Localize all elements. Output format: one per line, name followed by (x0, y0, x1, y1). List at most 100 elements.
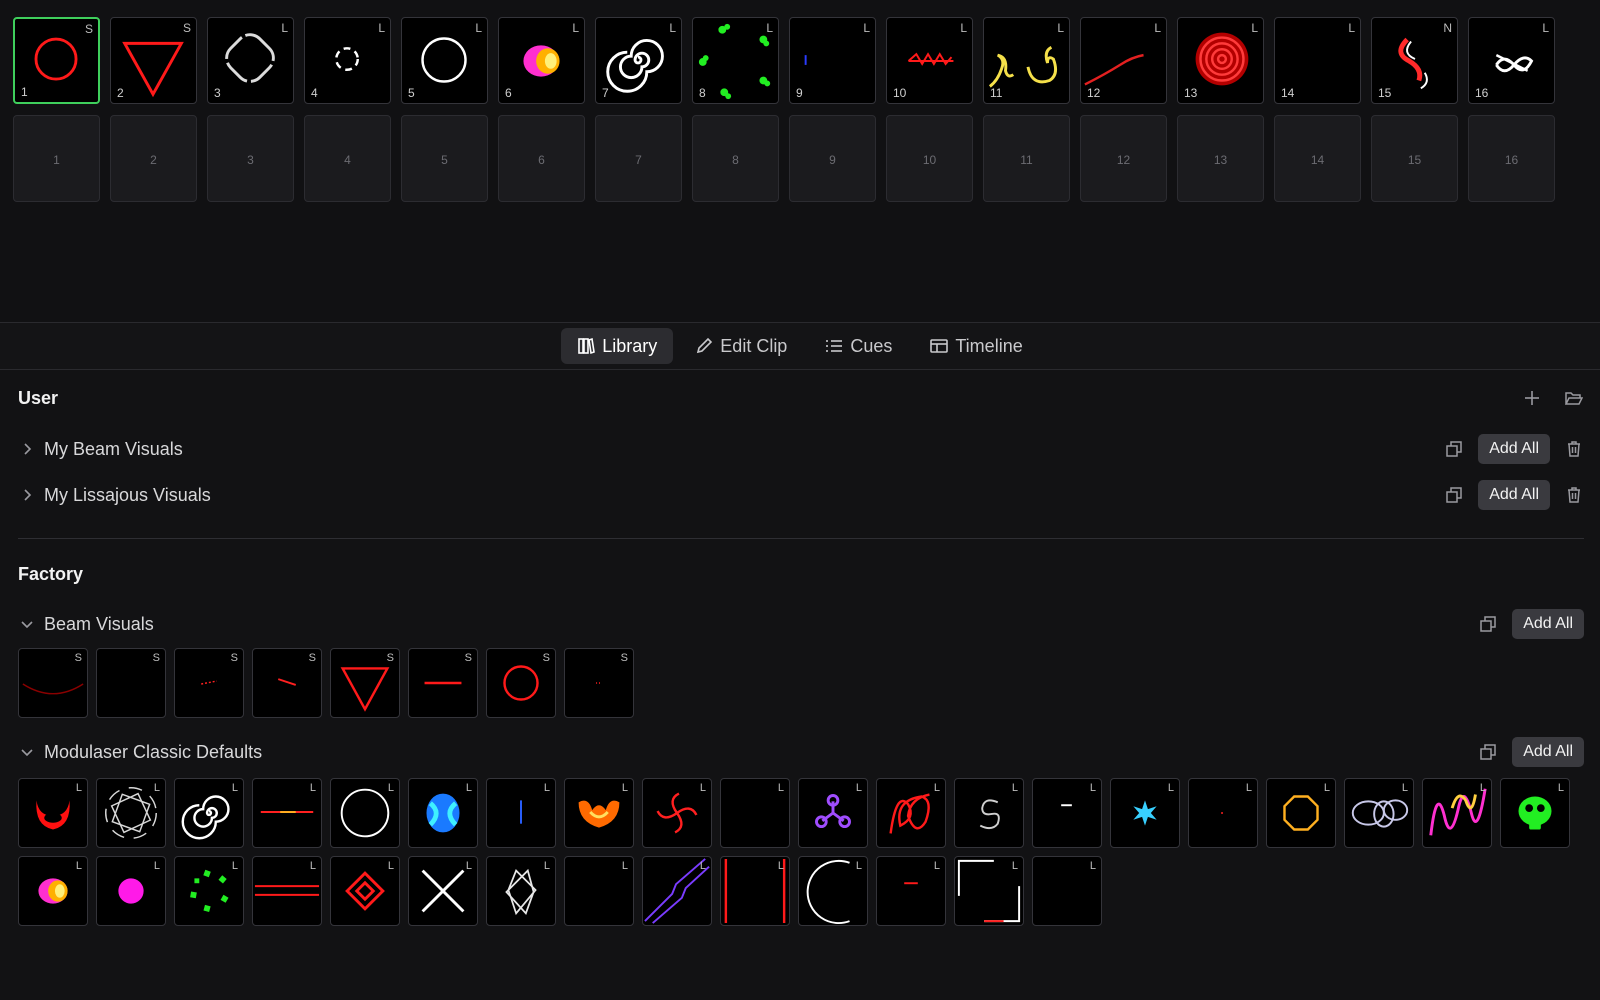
visual-tile[interactable]: L (642, 856, 712, 926)
chevron-right-icon[interactable] (18, 486, 36, 504)
add-all-button[interactable]: Add All (1478, 480, 1550, 510)
clip-slot[interactable]: L 9 (789, 17, 876, 104)
visual-tile[interactable]: L (954, 778, 1024, 848)
clip-mode: L (1542, 21, 1549, 35)
empty-clip-slot[interactable]: 1 (13, 115, 100, 202)
empty-clip-slot[interactable]: 7 (595, 115, 682, 202)
empty-clip-slot[interactable]: 5 (401, 115, 488, 202)
visual-tile[interactable]: L (720, 856, 790, 926)
visual-tile[interactable]: L (486, 778, 556, 848)
tab-timeline[interactable]: Timeline (914, 328, 1038, 364)
clip-slot[interactable]: L 10 (886, 17, 973, 104)
visual-tile[interactable]: L (1266, 778, 1336, 848)
clip-slot[interactable]: L 7 (595, 17, 682, 104)
trash-icon[interactable] (1564, 485, 1584, 505)
group-beam-visuals[interactable]: Beam Visuals Add All (18, 609, 1584, 639)
duplicate-icon[interactable] (1478, 614, 1498, 634)
visual-tile[interactable]: L (798, 778, 868, 848)
empty-clip-slot[interactable]: 4 (304, 115, 391, 202)
empty-clip-slot[interactable]: 9 (789, 115, 876, 202)
duplicate-icon[interactable] (1444, 439, 1464, 459)
group-modulaser-classic-defaults[interactable]: Modulaser Classic Defaults Add All (18, 737, 1584, 767)
clip-slot[interactable]: L 12 (1080, 17, 1167, 104)
visual-tile[interactable]: L (876, 778, 946, 848)
visual-tile[interactable]: L (18, 856, 88, 926)
empty-clip-slot[interactable]: 13 (1177, 115, 1264, 202)
empty-clip-slot[interactable]: 6 (498, 115, 585, 202)
visual-tile[interactable]: L (330, 778, 400, 848)
clip-slot[interactable]: L 16 (1468, 17, 1555, 104)
visual-tile[interactable]: L (720, 778, 790, 848)
clip-slot[interactable]: L 11 (983, 17, 1070, 104)
add-all-button[interactable]: Add All (1478, 434, 1550, 464)
add-all-button[interactable]: Add All (1512, 737, 1584, 767)
folder-open-icon[interactable] (1564, 388, 1584, 408)
visual-tile[interactable]: L (1500, 778, 1570, 848)
trash-icon[interactable] (1564, 439, 1584, 459)
visual-tile[interactable]: L (174, 856, 244, 926)
visual-tile[interactable]: L (96, 778, 166, 848)
clip-slot[interactable]: L 5 (401, 17, 488, 104)
visual-tile[interactable]: L (798, 856, 868, 926)
empty-clip-slot[interactable]: 10 (886, 115, 973, 202)
empty-clip-slot[interactable]: 14 (1274, 115, 1361, 202)
clip-slot[interactable]: N 15 (1371, 17, 1458, 104)
empty-clip-slot[interactable]: 15 (1371, 115, 1458, 202)
group-my-lissajous-visuals[interactable]: My Lissajous Visuals Add All (18, 480, 1584, 510)
group-my-beam-visuals[interactable]: My Beam Visuals Add All (18, 434, 1584, 464)
tab-library[interactable]: Library (561, 328, 674, 364)
tab-cues[interactable]: Cues (809, 328, 908, 364)
clip-slot[interactable]: L 14 (1274, 17, 1361, 104)
visual-tile[interactable]: S (18, 648, 88, 718)
tile-mode: L (933, 860, 940, 872)
visual-tile[interactable]: S (96, 648, 166, 718)
visual-tile[interactable]: L (18, 778, 88, 848)
visual-tile[interactable]: L (1032, 856, 1102, 926)
duplicate-icon[interactable] (1478, 742, 1498, 762)
empty-clip-slot[interactable]: 12 (1080, 115, 1167, 202)
visual-tile[interactable]: L (1344, 778, 1414, 848)
empty-clip-slot[interactable]: 8 (692, 115, 779, 202)
duplicate-icon[interactable] (1444, 485, 1464, 505)
clip-slot[interactable]: L 3 (207, 17, 294, 104)
empty-clip-slot[interactable]: 16 (1468, 115, 1555, 202)
visual-tile[interactable]: L (252, 778, 322, 848)
visual-tile[interactable]: S (564, 648, 634, 718)
clip-slot[interactable]: L 13 (1177, 17, 1264, 104)
visual-tile[interactable]: S (174, 648, 244, 718)
chevron-down-icon[interactable] (18, 615, 36, 633)
visual-tile[interactable]: L (1188, 778, 1258, 848)
visual-tile[interactable]: S (252, 648, 322, 718)
visual-tile[interactable]: L (564, 856, 634, 926)
visual-tile[interactable]: L (564, 778, 634, 848)
clip-slot[interactable]: L 8 (692, 17, 779, 104)
visual-tile[interactable]: L (408, 856, 478, 926)
visual-tile[interactable]: L (954, 856, 1024, 926)
visual-tile[interactable]: L (330, 856, 400, 926)
add-icon[interactable] (1522, 388, 1542, 408)
visual-tile[interactable]: L (486, 856, 556, 926)
tab-edit-clip[interactable]: Edit Clip (679, 328, 803, 364)
visual-tile[interactable]: S (330, 648, 400, 718)
visual-tile[interactable]: L (408, 778, 478, 848)
chevron-right-icon[interactable] (18, 440, 36, 458)
add-all-button[interactable]: Add All (1512, 609, 1584, 639)
empty-clip-slot[interactable]: 2 (110, 115, 197, 202)
visual-tile[interactable]: S (486, 648, 556, 718)
clip-slot[interactable]: L 6 (498, 17, 585, 104)
visual-tile[interactable]: L (1110, 778, 1180, 848)
visual-tile[interactable]: S (408, 648, 478, 718)
empty-clip-slot[interactable]: 11 (983, 115, 1070, 202)
visual-tile[interactable]: L (252, 856, 322, 926)
visual-tile[interactable]: L (876, 856, 946, 926)
visual-tile[interactable]: L (1422, 778, 1492, 848)
clip-slot[interactable]: L 4 (304, 17, 391, 104)
chevron-down-icon[interactable] (18, 743, 36, 761)
clip-slot[interactable]: S 1 (13, 17, 100, 104)
visual-tile[interactable]: L (96, 856, 166, 926)
clip-slot[interactable]: S 2 (110, 17, 197, 104)
empty-clip-slot[interactable]: 3 (207, 115, 294, 202)
visual-tile[interactable]: L (642, 778, 712, 848)
visual-tile[interactable]: L (174, 778, 244, 848)
visual-tile[interactable]: L (1032, 778, 1102, 848)
